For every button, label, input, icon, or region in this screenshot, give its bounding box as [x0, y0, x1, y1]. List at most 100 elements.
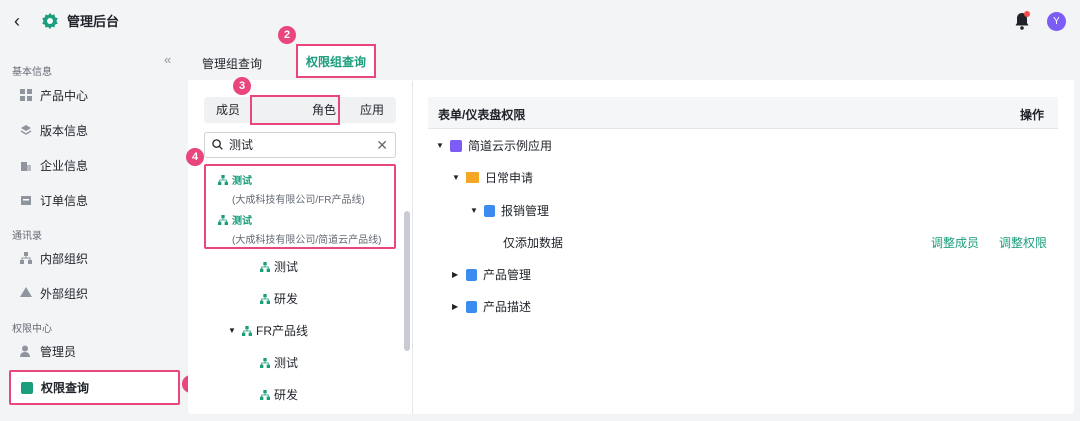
sidebar-item-label: 内部组织	[40, 251, 89, 266]
department-icon	[218, 214, 228, 225]
sidebar-item-products[interactable]: 产品中心	[20, 84, 88, 106]
department-icon	[260, 261, 270, 272]
org-icon	[20, 252, 32, 264]
row-label: 简道云示例应用	[468, 139, 553, 153]
row-label: 产品描述	[483, 300, 532, 314]
row-label: 日常申请	[485, 171, 534, 185]
sidebar-item-company[interactable]: 企业信息	[20, 154, 88, 176]
adjust-permissions-link[interactable]: 调整权限	[999, 234, 1047, 251]
building-icon	[21, 162, 31, 171]
sidebar-item-label: 企业信息	[40, 158, 89, 173]
result-path: (大成科技有限公司/简道云产品线)	[232, 235, 382, 246]
lock-icon	[21, 381, 33, 394]
department-icon	[260, 293, 270, 304]
tree-row-form[interactable]: ▼ 报销管理	[470, 202, 549, 219]
permission-panel: 表单/仪表盘权限 操作 ▼ 简道云示例应用 ▼ 日常申请 ▼ 报销管理 仅添加数…	[414, 81, 1074, 414]
row-label: 产品管理	[483, 268, 532, 282]
scrollbar[interactable]	[404, 211, 410, 351]
sidebar-item-permission-query[interactable]: 权限查询	[9, 370, 180, 405]
search-result-item[interactable]: 测试 (大成科技有限公司/FR产品线)	[218, 172, 365, 206]
tab-bar: 管理组查询 权限组查询	[188, 44, 1074, 80]
search-results-dropdown: 测试 (大成科技有限公司/FR产品线) 测试 (大成科技有限公司/简道云产品线)	[204, 164, 396, 249]
org-panel: 成员 角色 应用 部门 测试 ✕ 测试 (大成科技有限公司/FR产品线) 测试	[188, 81, 413, 414]
notification-dot	[1024, 11, 1030, 17]
order-icon	[21, 196, 31, 205]
sidebar-item-label: 产品中心	[40, 88, 89, 103]
sidebar: « 基本信息 产品中心 版本信息 企业信息 订单信息 通讯录 内部组织 外部组织…	[0, 44, 188, 421]
tree-node[interactable]: 研发	[260, 290, 298, 307]
tree-node[interactable]: 测试	[260, 354, 298, 371]
step-badge-3: 3	[233, 77, 251, 95]
caret-right-icon[interactable]: ▶	[452, 302, 460, 311]
tree-row-form[interactable]: ▶ 产品管理	[452, 266, 531, 283]
adjust-members-link[interactable]: 调整成员	[931, 234, 979, 251]
sidebar-item-external-org[interactable]: 外部组织	[20, 282, 88, 304]
main-panel: 管理组查询 权限组查询 成员 角色 应用 部门 测试 ✕ 测试 (大成科技有限公…	[188, 44, 1074, 414]
tree-node[interactable]: 研发	[260, 386, 298, 403]
result-name: 测试	[232, 176, 252, 187]
department-icon	[260, 357, 270, 368]
search-input[interactable]: 测试 ✕	[204, 132, 396, 158]
tree-node-label: 测试	[274, 260, 299, 274]
sidebar-group-basic: 基本信息	[12, 67, 52, 78]
tree-node-label: 研发	[274, 292, 299, 306]
header-form-permission: 表单/仪表盘权限	[438, 108, 526, 122]
user-icon	[20, 345, 30, 357]
grid-icon	[20, 89, 32, 101]
department-icon	[218, 174, 228, 185]
tree-node-label: FR产品线	[256, 324, 308, 338]
form-icon	[484, 204, 495, 217]
result-path: (大成科技有限公司/FR产品线)	[232, 195, 365, 206]
sidebar-item-label: 版本信息	[40, 123, 89, 138]
header-actions: 操作	[1019, 108, 1044, 122]
sidebar-group-contacts: 通讯录	[12, 231, 42, 242]
clear-icon[interactable]: ✕	[376, 137, 388, 153]
search-result-item[interactable]: 测试 (大成科技有限公司/简道云产品线)	[218, 212, 381, 246]
segment-members[interactable]: 成员	[208, 97, 248, 123]
segment-apps[interactable]: 应用	[352, 97, 392, 123]
department-icon	[260, 389, 270, 400]
tree-row-folder[interactable]: ▼ 日常申请	[452, 169, 533, 186]
caret-right-icon[interactable]: ▶	[452, 270, 460, 279]
sidebar-item-label: 管理员	[40, 344, 77, 359]
sidebar-item-label: 权限查询	[41, 381, 90, 395]
top-bar: ‹ 管理后台 Y	[0, 0, 1080, 44]
result-name: 测试	[232, 216, 252, 227]
tree-node-label: 研发	[274, 388, 299, 402]
sidebar-item-admins[interactable]: 管理员	[20, 340, 76, 362]
search-icon	[212, 139, 223, 150]
gear-logo-icon	[42, 12, 58, 30]
tab-admin-group-query[interactable]: 管理组查询	[190, 48, 274, 80]
back-icon[interactable]: ‹	[14, 10, 20, 32]
department-icon	[242, 325, 252, 336]
permission-row: 仅添加数据	[503, 234, 563, 251]
tree-node[interactable]: ▼ FR产品线	[228, 322, 308, 339]
sidebar-item-orders[interactable]: 订单信息	[20, 189, 88, 211]
step-badge-2: 2	[278, 26, 296, 44]
step-badge-4: 4	[186, 148, 204, 166]
sidebar-item-internal-org[interactable]: 内部组织	[20, 247, 88, 269]
caret-down-icon[interactable]: ▼	[452, 173, 460, 182]
tree-row-app[interactable]: ▼ 简道云示例应用	[436, 137, 552, 154]
row-label: 报销管理	[501, 204, 550, 218]
collapse-sidebar-icon[interactable]: «	[164, 52, 171, 67]
app-icon	[450, 139, 462, 152]
caret-down-icon[interactable]: ▼	[470, 206, 478, 215]
tree-node-label: 测试	[274, 356, 299, 370]
external-org-icon	[20, 287, 32, 297]
tab-permission-group-query[interactable]: 权限组查询	[296, 44, 376, 78]
segment-highlight	[250, 95, 340, 125]
row-label: 仅添加数据	[503, 236, 564, 250]
tree-node[interactable]: 测试	[260, 258, 298, 275]
app-title: 管理后台	[67, 14, 120, 29]
search-value: 测试	[229, 138, 254, 152]
caret-down-icon[interactable]: ▼	[436, 141, 444, 150]
tree-row-form[interactable]: ▶ 产品描述	[452, 298, 531, 315]
sidebar-group-permissions: 权限中心	[12, 324, 52, 335]
avatar[interactable]: Y	[1047, 12, 1066, 31]
sidebar-item-version[interactable]: 版本信息	[20, 119, 88, 141]
form-icon	[466, 268, 477, 281]
sidebar-item-label: 外部组织	[40, 286, 89, 301]
folder-icon	[466, 172, 479, 183]
caret-down-icon[interactable]: ▼	[228, 326, 236, 335]
